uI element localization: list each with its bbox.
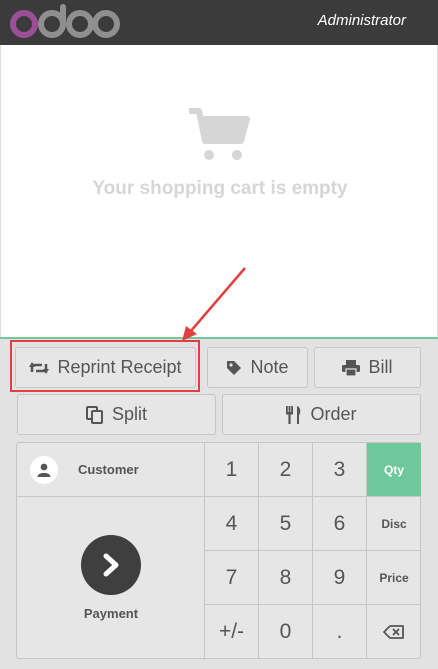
key-7[interactable]: 7 [205, 551, 259, 605]
payment-button[interactable]: Payment [17, 497, 205, 660]
shopping-cart-icon [189, 108, 250, 160]
order-cart: Your shopping cart is empty [0, 45, 438, 337]
key-4[interactable]: 4 [205, 497, 259, 551]
chevron-right-icon [103, 553, 119, 577]
user-name[interactable]: Administrator [318, 12, 406, 29]
split-label: Split [111, 404, 147, 424]
cutlery-icon [286, 405, 301, 424]
key-5[interactable]: 5 [259, 497, 313, 551]
split-button[interactable]: Split [17, 394, 216, 435]
retweet-icon [29, 361, 50, 374]
bill-label: Bill [368, 357, 393, 377]
top-bar: Administrator [0, 0, 438, 45]
numpad: Customer Payment 1 2 3 Qty 4 5 6 Disc 7 … [16, 442, 421, 660]
key-0[interactable]: 0 [259, 605, 313, 658]
note-button[interactable]: Note [207, 347, 308, 388]
key-1[interactable]: 1 [205, 443, 259, 497]
bill-button[interactable]: Bill [314, 347, 421, 388]
mode-price-button[interactable]: Price [367, 551, 421, 605]
customer-button[interactable]: Customer [17, 443, 205, 497]
copy-icon [85, 405, 103, 424]
mode-qty-button[interactable]: Qty [367, 443, 421, 497]
tag-icon [227, 360, 242, 375]
mode-disc-button[interactable]: Disc [367, 497, 421, 551]
user-icon [30, 455, 58, 484]
order-button[interactable]: Order [222, 394, 421, 435]
reprint-receipt-button[interactable]: Reprint Receipt [15, 347, 196, 388]
payment-circle [81, 535, 141, 595]
print-icon [342, 359, 361, 376]
odoo-logo [10, 4, 120, 38]
backspace-icon [383, 624, 404, 639]
reprint-receipt-label: Reprint Receipt [57, 357, 182, 377]
key-3[interactable]: 3 [313, 443, 367, 497]
empty-cart-message: Your shopping cart is empty [92, 178, 348, 199]
key-8[interactable]: 8 [259, 551, 313, 605]
note-label: Note [250, 357, 289, 377]
order-label: Order [310, 404, 357, 424]
customer-label: Customer [78, 462, 139, 477]
backspace-button[interactable] [367, 605, 421, 658]
key-decimal[interactable]: . [313, 605, 367, 658]
payment-label: Payment [83, 606, 139, 621]
key-9[interactable]: 9 [313, 551, 367, 605]
key-plus-minus[interactable]: +/- [205, 605, 259, 658]
key-6[interactable]: 6 [313, 497, 367, 551]
key-2[interactable]: 2 [259, 443, 313, 497]
